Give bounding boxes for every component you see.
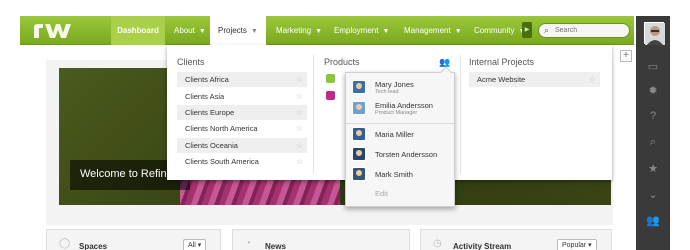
search-icon[interactable]: ⌕ xyxy=(636,136,670,149)
clients-menu-item[interactable]: Clients Asia ☆ xyxy=(177,89,307,104)
star-icon[interactable]: ☆ xyxy=(296,121,303,136)
member-name: Mark Smith xyxy=(375,170,413,179)
search-input[interactable] xyxy=(555,25,625,36)
member-row[interactable]: Maria Miller xyxy=(346,124,454,144)
star-icon[interactable]: ☆ xyxy=(296,89,303,104)
spaces-title: Spaces xyxy=(79,242,108,250)
nav-marketing-label: Marketing xyxy=(276,26,312,35)
add-widget-button[interactable]: + xyxy=(620,50,632,62)
avatar xyxy=(352,167,366,181)
internal-project-item[interactable]: Acme Website ☆ xyxy=(469,72,600,87)
edit-members-button[interactable]: Edit xyxy=(375,189,388,198)
chevron-down-icon: ▼ xyxy=(382,28,390,35)
play-icon[interactable]: ▶ xyxy=(522,22,532,38)
search-icon: ⌕ xyxy=(544,25,550,35)
clients-menu-item[interactable]: Clients Europe ☆ xyxy=(177,105,307,120)
nav-about[interactable]: About ▼ xyxy=(166,16,214,45)
nav-marketing[interactable]: Marketing ▼ xyxy=(268,16,330,45)
member-role: Product Manager xyxy=(375,110,418,116)
products-heading: Products xyxy=(324,57,360,67)
spaces-filter-value: All xyxy=(188,242,196,249)
right-sidebar: ▭ ✹ ? ⌕ ★ ⌄ 👥 xyxy=(636,16,670,250)
logo-icon[interactable] xyxy=(32,22,82,40)
chevron-down-icon: ▼ xyxy=(454,28,462,35)
column-divider xyxy=(313,55,314,173)
clients-menu-item[interactable]: Clients Oceania ☆ xyxy=(177,138,307,153)
people-icon[interactable]: 👥 xyxy=(636,214,670,227)
nav-employment[interactable]: Employment ▼ xyxy=(326,16,397,45)
chevron-down-circle-icon[interactable]: ⌄ xyxy=(636,188,670,201)
inbox-icon[interactable]: ▭ xyxy=(636,60,670,73)
gear-icon[interactable]: ✹ xyxy=(636,84,670,97)
clients-menu-item[interactable]: Clients North America ☆ xyxy=(177,121,307,136)
activity-filter-select[interactable]: Popular ▾ xyxy=(557,239,597,250)
clients-menu-item-label: Clients Europe xyxy=(185,108,235,117)
chevron-down-icon: ▼ xyxy=(315,28,323,35)
app-window: Welcome to Refin ◯ Spaces All ▾ ◔ News ◷… xyxy=(0,0,690,250)
chevron-down-icon: ▼ xyxy=(250,28,258,35)
clients-menu-item-label: Clients Asia xyxy=(185,92,225,101)
news-title: News xyxy=(265,242,286,250)
nav-about-label: About xyxy=(174,26,195,35)
star-icon[interactable]: ☆ xyxy=(296,105,303,120)
activity-title: Activity Stream xyxy=(453,242,512,250)
search-box[interactable]: ⌕ xyxy=(538,23,630,38)
activity-filter-value: Popular xyxy=(562,242,587,249)
nav-dashboard-label: Dashboard xyxy=(117,26,159,35)
star-icon[interactable]: ☆ xyxy=(296,72,303,87)
hero-title: Welcome to Refin xyxy=(80,168,167,180)
activity-icon: ◷ xyxy=(433,238,442,249)
product-icon-pink[interactable] xyxy=(326,91,335,100)
nav-employment-label: Employment xyxy=(334,26,379,35)
member-row[interactable]: Mark Smith xyxy=(346,164,454,184)
clients-menu-item[interactable]: Clients Africa ☆ xyxy=(177,72,307,87)
nav-management[interactable]: Management ▼ xyxy=(396,16,470,45)
clients-menu-item-label: Clients Africa xyxy=(185,75,229,84)
clients-menu-item-label: Clients South America xyxy=(185,157,259,166)
nav-community-label: Community xyxy=(474,26,515,35)
nav-management-label: Management xyxy=(404,26,451,35)
chevron-down-icon: ▼ xyxy=(198,28,206,35)
nav-dashboard[interactable]: Dashboard xyxy=(111,16,165,45)
user-avatar[interactable] xyxy=(644,22,665,45)
project-members-popup: Mary Jones Tech lead Emilia Andersson Pr… xyxy=(345,66,455,207)
rss-icon: ◔ xyxy=(245,238,252,249)
member-row[interactable]: Torsten Andersson xyxy=(346,144,454,164)
star-icon[interactable]: ★ xyxy=(636,162,670,175)
product-icon-green[interactable] xyxy=(326,74,335,83)
clients-menu-item-label: Clients North America xyxy=(185,124,258,133)
nav-projects-label: Projects xyxy=(218,26,247,35)
member-row[interactable]: Mary Jones Tech lead xyxy=(346,77,454,97)
member-row[interactable]: Emilia Andersson Product Manager xyxy=(346,98,454,118)
member-name: Mary Jones xyxy=(375,80,414,89)
avatar xyxy=(352,101,366,115)
spaces-card: ◯ Spaces All ▾ xyxy=(46,229,221,250)
member-name: Torsten Andersson xyxy=(375,150,438,159)
member-role: Tech lead xyxy=(375,89,399,95)
top-navigation: Dashboard About ▼ Projects ▼ Marketing ▼ Em… xyxy=(20,16,634,46)
internal-projects-heading: Internal Projects xyxy=(469,57,535,67)
avatar xyxy=(352,147,366,161)
spaces-filter-select[interactable]: All ▾ xyxy=(183,239,207,250)
column-divider xyxy=(460,55,461,173)
clients-menu-item-label: Clients Oceania xyxy=(185,141,238,150)
spaces-icon: ◯ xyxy=(59,238,71,249)
avatar xyxy=(352,127,366,141)
member-name: Maria Miller xyxy=(375,130,414,139)
star-icon[interactable]: ☆ xyxy=(589,72,596,87)
help-icon[interactable]: ? xyxy=(636,110,670,122)
avatar xyxy=(352,80,366,94)
member-name: Emilia Andersson xyxy=(375,101,433,110)
nav-projects[interactable]: Projects ▼ xyxy=(210,16,266,46)
avatar-face-icon xyxy=(645,23,665,45)
news-card: ◔ News xyxy=(232,229,410,250)
activity-card: ◷ Activity Stream Popular ▾ xyxy=(420,229,612,250)
star-icon[interactable]: ☆ xyxy=(296,154,303,169)
star-icon[interactable]: ☆ xyxy=(296,138,303,153)
internal-project-label: Acme Website xyxy=(477,75,526,84)
clients-menu-item[interactable]: Clients South America ☆ xyxy=(177,154,307,169)
clients-heading: Clients xyxy=(177,57,205,67)
